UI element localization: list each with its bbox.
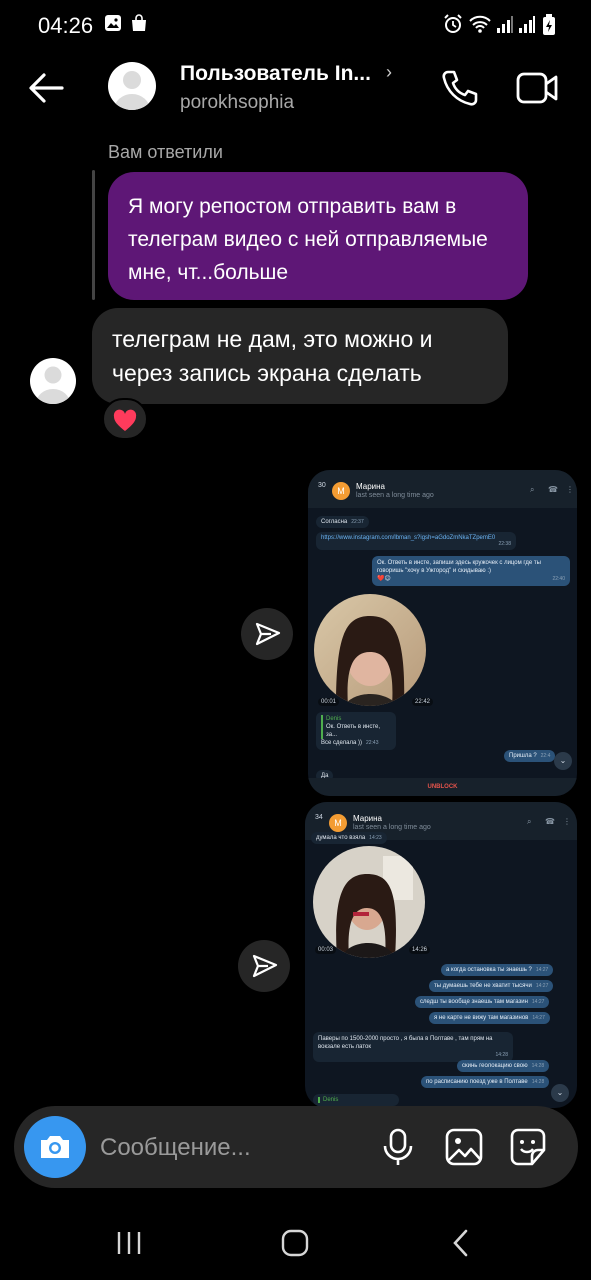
unread-badge: 30 [318, 482, 326, 489]
gallery-icon[interactable] [444, 1126, 484, 1168]
message-out: следш ты вообще знаешь там магазин 14:27 [415, 996, 550, 1008]
video-call-icon[interactable] [514, 66, 560, 110]
home-icon[interactable] [280, 1228, 310, 1258]
heart-icon [113, 409, 137, 431]
message-out: я не карте не вижу там магазинов 14:27 [429, 1012, 550, 1024]
more-icon: ⋮ [563, 817, 571, 826]
recent-apps-icon[interactable] [114, 1228, 144, 1258]
telegram-seen: last seen a long time ago [353, 824, 431, 831]
search-icon: ⌕ [530, 485, 535, 494]
contact-username[interactable]: porokhsophia [180, 92, 294, 114]
video-sent-time: 14:26 [409, 946, 431, 954]
telegram-avatar: M [329, 814, 347, 832]
video-message-circle [314, 594, 426, 706]
chat-header: Пользователь In... › porokhsophia [0, 52, 591, 132]
telegram-avatar: M [332, 482, 350, 500]
status-time: 04:26 [38, 13, 94, 38]
signal-2-icon [519, 16, 535, 33]
heart-reaction[interactable] [102, 398, 148, 440]
message-in: думала что взяла 14:23 [311, 832, 387, 844]
phone-icon: ☎ [548, 485, 558, 494]
reply-message: Denis Ок. Ответь в инсте, за... Все сделал… [316, 712, 396, 750]
message-in: Согласна 22:37 [316, 516, 369, 528]
forward-button[interactable] [241, 608, 293, 660]
video-sent-time: 22:42 [412, 698, 434, 706]
message-out: а когда остановка ты знаешь ? 14:27 [441, 964, 554, 976]
telegram-header: 30 M Марина last seen a long time ago ⌕ … [308, 470, 577, 508]
battery-icon [543, 14, 555, 35]
more-icon: ⋮ [566, 485, 574, 494]
contact-name[interactable]: Пользователь In... [180, 62, 371, 86]
wifi-icon [469, 15, 491, 33]
android-nav-bar [0, 1210, 591, 1280]
reply-indicator-line [92, 170, 95, 300]
chevron-right-icon[interactable]: › [386, 62, 392, 83]
sender-avatar[interactable] [30, 358, 76, 404]
phone-call-icon[interactable] [438, 66, 482, 110]
shared-image-2[interactable]: 34 M Марина last seen a long time ago ⌕ … [305, 802, 577, 1108]
message-input[interactable]: Сообщение... [100, 1134, 251, 1162]
signal-icon [497, 16, 513, 33]
message-out: по расписанию поезд уже в Полтаве 14:28 [421, 1076, 550, 1088]
sticker-icon[interactable] [508, 1126, 548, 1168]
send-icon [252, 954, 278, 978]
camera-icon [41, 1136, 69, 1158]
reply-message: Denis [313, 1094, 399, 1106]
message-out-2: Пришла ? 22:4 [504, 750, 556, 762]
message-composer: Сообщение... [14, 1106, 578, 1188]
replied-message-bubble[interactable]: Я могу репостом отправить вам в телеграм… [108, 172, 528, 300]
search-icon: ⌕ [527, 817, 532, 826]
alarm-icon [444, 14, 462, 33]
telegram-contact: Марина [353, 814, 382, 823]
video-duration: 00:03 [315, 946, 337, 954]
microphone-icon[interactable] [378, 1126, 418, 1168]
reply-label: Вам ответили [108, 142, 223, 162]
message-out: скинь геолокацию свою 14:28 [457, 1060, 550, 1072]
camera-button[interactable] [24, 1116, 86, 1178]
video-duration: 00:01 [318, 698, 340, 706]
forward-button-2[interactable] [238, 940, 290, 992]
telegram-contact: Марина [356, 482, 385, 491]
phone-icon: ☎ [545, 817, 555, 826]
incoming-message-bubble[interactable]: телеграм не дам, это можно и через запис… [92, 308, 508, 404]
gallery-icon [105, 15, 121, 31]
status-bar: 04:26 [0, 0, 591, 52]
shared-image-1[interactable]: 30 M Марина last seen a long time ago ⌕ … [308, 470, 577, 796]
unblock-button: UNBLOCK [308, 778, 577, 796]
message-link: https://www.instagram.com/lbman_s?igsh=a… [316, 532, 516, 550]
back-arrow-icon[interactable] [24, 66, 68, 110]
scroll-down-icon: ⌄ [551, 1084, 569, 1102]
message-out: Ок. Ответь в инсте, запиши здесь кружоче… [372, 556, 570, 586]
send-icon [255, 622, 281, 646]
scroll-down-icon: ⌄ [554, 752, 572, 770]
contact-avatar[interactable] [108, 62, 156, 110]
video-message-circle [313, 846, 425, 958]
unread-badge: 34 [315, 814, 323, 821]
back-icon[interactable] [446, 1228, 476, 1258]
message-in: Паверы по 1500-2000 просто , я была в По… [313, 1032, 513, 1062]
message-out: ты думаешь тебе не хватит тысячи 14:27 [429, 980, 554, 992]
shopping-bag-icon [132, 14, 146, 31]
telegram-seen: last seen a long time ago [356, 492, 434, 499]
